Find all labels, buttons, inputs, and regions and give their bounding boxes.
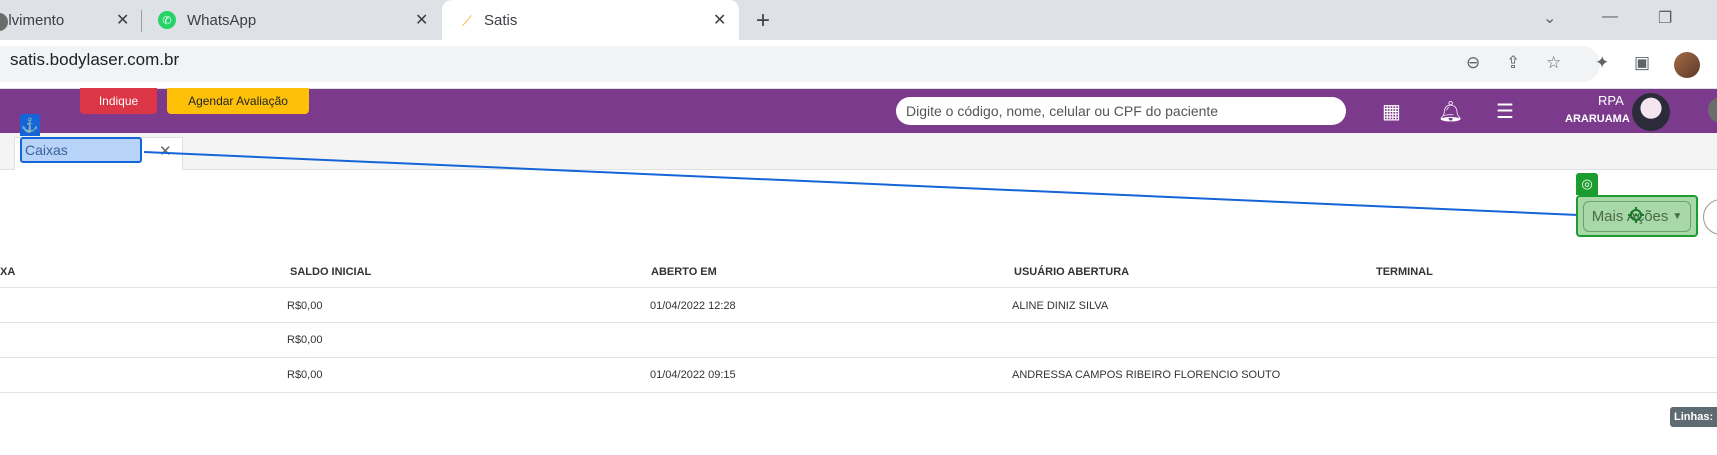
cell-aberto-em: 01/04/2022 12:28 bbox=[650, 300, 736, 312]
cell-usuario: ANDRESSA CAMPOS RIBEIRO FLORENCIO SOUTO bbox=[1012, 369, 1281, 381]
column-header-caixa[interactable]: XA bbox=[0, 266, 15, 278]
address-bar-row bbox=[0, 40, 1717, 89]
url-text[interactable]: satis.bodylaser.com.br bbox=[10, 50, 179, 70]
linhas-per-page-label[interactable]: Linhas: bbox=[1670, 407, 1717, 427]
calendar-icon[interactable]: ▦ bbox=[1382, 99, 1401, 124]
row-divider bbox=[0, 287, 1717, 288]
user-name[interactable]: RPA bbox=[1598, 93, 1624, 108]
tab-separator bbox=[141, 10, 142, 32]
refresh-button[interactable] bbox=[1703, 199, 1717, 235]
anchor-icon: ⚓ bbox=[20, 114, 40, 136]
column-header-saldo-inicial[interactable]: SALDO INICIAL bbox=[290, 266, 371, 278]
caixas-tab-label[interactable]: Caixas bbox=[20, 137, 142, 163]
tab-title: WhatsApp bbox=[187, 11, 257, 29]
row-divider bbox=[0, 322, 1717, 323]
browser-tab-desenvolvimento[interactable]: olvimento ✕ bbox=[0, 0, 140, 40]
tab-title: olvimento bbox=[0, 11, 65, 29]
column-header-terminal[interactable]: TERMINAL bbox=[1376, 266, 1433, 278]
browser-profile-avatar[interactable] bbox=[1674, 52, 1700, 78]
minimize-icon[interactable]: — bbox=[1602, 8, 1618, 26]
row-divider bbox=[0, 357, 1717, 358]
row-divider bbox=[0, 392, 1717, 393]
user-avatar[interactable] bbox=[1632, 93, 1670, 131]
crosshair-icon bbox=[1628, 207, 1644, 223]
cell-saldo: R$0,00 bbox=[287, 369, 323, 381]
checklist-icon[interactable]: ☰ bbox=[1496, 99, 1514, 124]
bell-icon[interactable]: 🔔︎ bbox=[1438, 99, 1463, 124]
new-tab-plus-icon[interactable]: + bbox=[756, 7, 770, 35]
extensions-puzzle-icon[interactable]: ✦ bbox=[1595, 53, 1609, 73]
cell-saldo: R$0,00 bbox=[287, 334, 323, 346]
agendar-avaliacao-button[interactable]: Agendar Avaliação bbox=[167, 88, 309, 114]
indique-button[interactable]: Indique bbox=[80, 88, 157, 114]
target-icon: ◎ bbox=[1576, 173, 1598, 195]
cell-aberto-em: 01/04/2022 09:15 bbox=[650, 369, 736, 381]
page-tab-bar bbox=[0, 133, 1717, 170]
tab-search-chevron-icon[interactable]: ⌄ bbox=[1543, 8, 1556, 28]
omnibox[interactable] bbox=[0, 46, 1600, 82]
cell-usuario: ALINE DINIZ SILVA bbox=[1012, 300, 1109, 312]
satis-favicon-icon: ⟋ bbox=[462, 13, 472, 29]
restore-icon[interactable]: ❐ bbox=[1658, 8, 1672, 28]
close-tab-icon[interactable]: ✕ bbox=[415, 10, 428, 30]
side-panel-icon[interactable]: ▣ bbox=[1634, 53, 1650, 73]
zoom-out-icon[interactable]: ⊖ bbox=[1466, 53, 1480, 73]
column-header-aberto-em[interactable]: ABERTO EM bbox=[651, 266, 717, 278]
caret-down-icon: ▼ bbox=[1672, 210, 1683, 222]
bookmark-star-icon[interactable]: ☆ bbox=[1546, 53, 1561, 73]
user-location[interactable]: ARARUAMA bbox=[1565, 113, 1630, 125]
whatsapp-icon: ✆ bbox=[158, 11, 176, 29]
share-icon[interactable]: ⇪ bbox=[1506, 53, 1520, 73]
cell-saldo: R$0,00 bbox=[287, 300, 323, 312]
browser-tab-satis[interactable]: ⟋ Satis ✕ bbox=[442, 0, 739, 40]
browser-tab-whatsapp[interactable]: ✆ WhatsApp ✕ bbox=[150, 0, 430, 40]
close-tab-icon[interactable]: ✕ bbox=[713, 10, 726, 30]
tab-title: Satis bbox=[484, 11, 518, 29]
column-header-usuario-abertura[interactable]: USUÁRIO ABERTURA bbox=[1014, 266, 1129, 278]
close-page-tab-icon[interactable]: ✕ bbox=[159, 142, 172, 160]
patient-search-input[interactable] bbox=[896, 97, 1346, 125]
close-tab-icon[interactable]: ✕ bbox=[116, 10, 129, 30]
